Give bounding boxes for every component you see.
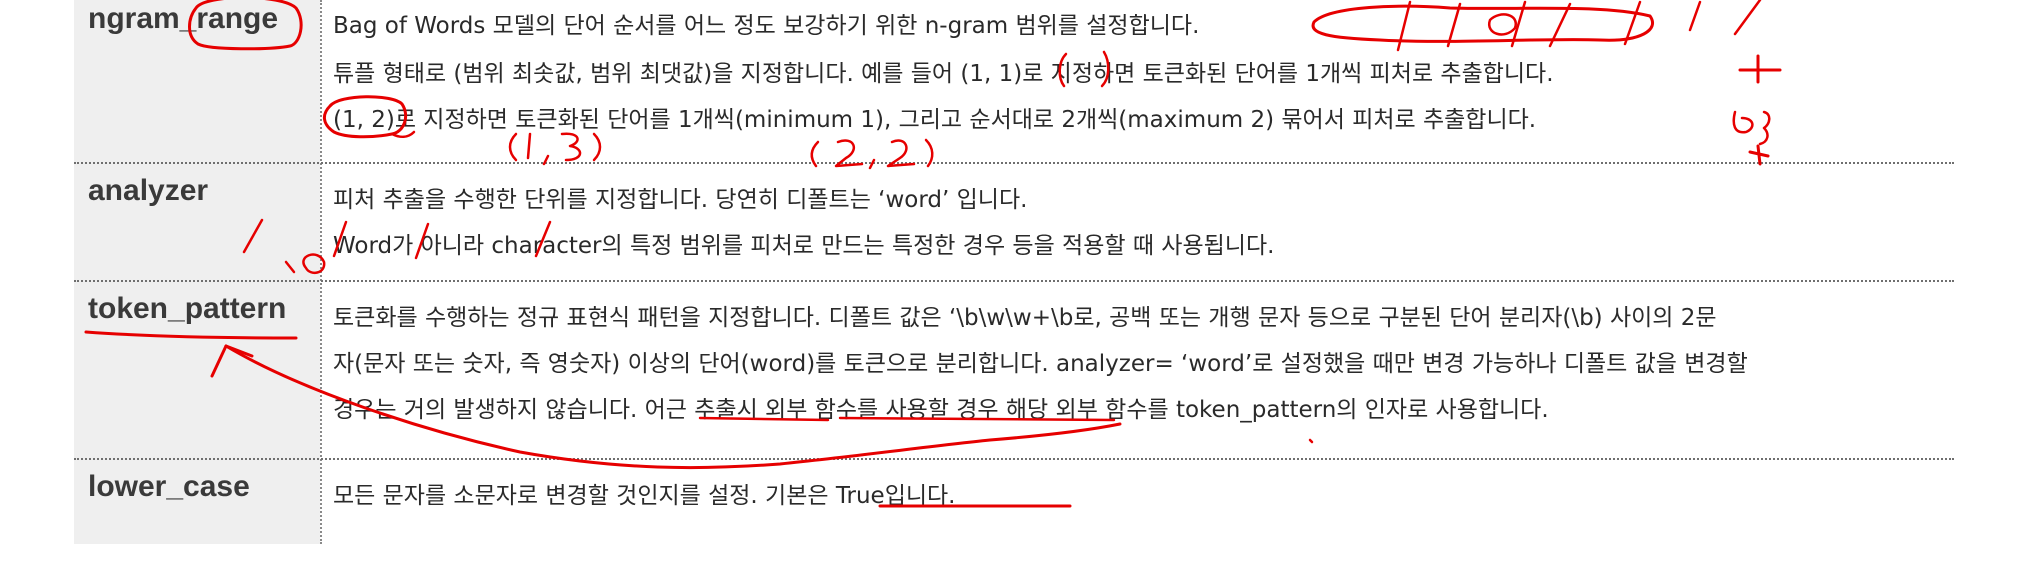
annotation-mark <box>1748 150 1770 158</box>
annotation-scribble <box>1548 2 1572 48</box>
annotation-scribble <box>1311 4 1654 43</box>
description-line: 경우는 거의 발생하지 않습니다. 어근 추출시 외부 함수를 사용할 경우 해… <box>333 397 1549 423</box>
description-line: 토큰화를 수행하는 정규 표현식 패턴을 지정합니다. 디폴트 값은 ‘\b\w… <box>333 305 1717 331</box>
annotation-scribble <box>1688 0 1702 32</box>
description-line: 자(문자 또는 숫자, 즉 영숫자) 이상의 단어(word)를 토큰으로 분리… <box>333 351 1748 377</box>
annotation-mark <box>1758 110 1771 146</box>
annotation-scribble <box>1487 13 1518 36</box>
row-divider <box>74 458 1954 460</box>
row-divider <box>74 280 1954 282</box>
description-line: Bag of Words 모델의 단어 순서를 어느 정도 보강하기 위한 n-… <box>333 13 1200 39</box>
description-line: 모든 문자를 소문자로 변경할 것인지를 설정. 기본은 True입니다. <box>333 483 956 509</box>
description-line: Word가 아니라 character의 특정 범위를 피처로 만드는 특정한 … <box>333 233 1275 259</box>
param-name-ngram-range: ngram_range <box>88 2 279 35</box>
annotation-handwriting <box>592 132 602 162</box>
annotation-mark <box>1732 110 1754 134</box>
annotation-scribble <box>1510 0 1527 48</box>
row-divider <box>74 162 1954 164</box>
annotation-handwriting <box>526 132 532 160</box>
annotation-scribble <box>1446 2 1462 48</box>
param-name-lower-case: lower_case <box>88 470 250 503</box>
param-name-analyzer: analyzer <box>88 174 209 207</box>
annotation-scribble <box>1733 0 1762 36</box>
column-divider <box>320 0 322 544</box>
annotation-handwriting <box>560 132 582 162</box>
annotation-handwriting <box>508 132 518 162</box>
annotation-scribble <box>1623 0 1642 46</box>
param-name-token-pattern: token_pattern <box>88 292 287 325</box>
annotation-scribble <box>1396 0 1412 52</box>
description-line: 피처 추출을 수행한 단위를 지정합니다. 당연히 디폴트는 ‘word’ 입니… <box>333 187 1028 213</box>
description-line: (1, 2)로 지정하면 토큰화된 단어를 1개씩(minimum 1), 그리… <box>333 107 1537 133</box>
annotation-dot <box>1308 438 1314 444</box>
parameter-column <box>74 0 320 544</box>
description-line: 튜플 형태로 (범위 최솟값, 범위 최댓값)을 지정합니다. 예를 들어 (1… <box>333 61 1554 87</box>
